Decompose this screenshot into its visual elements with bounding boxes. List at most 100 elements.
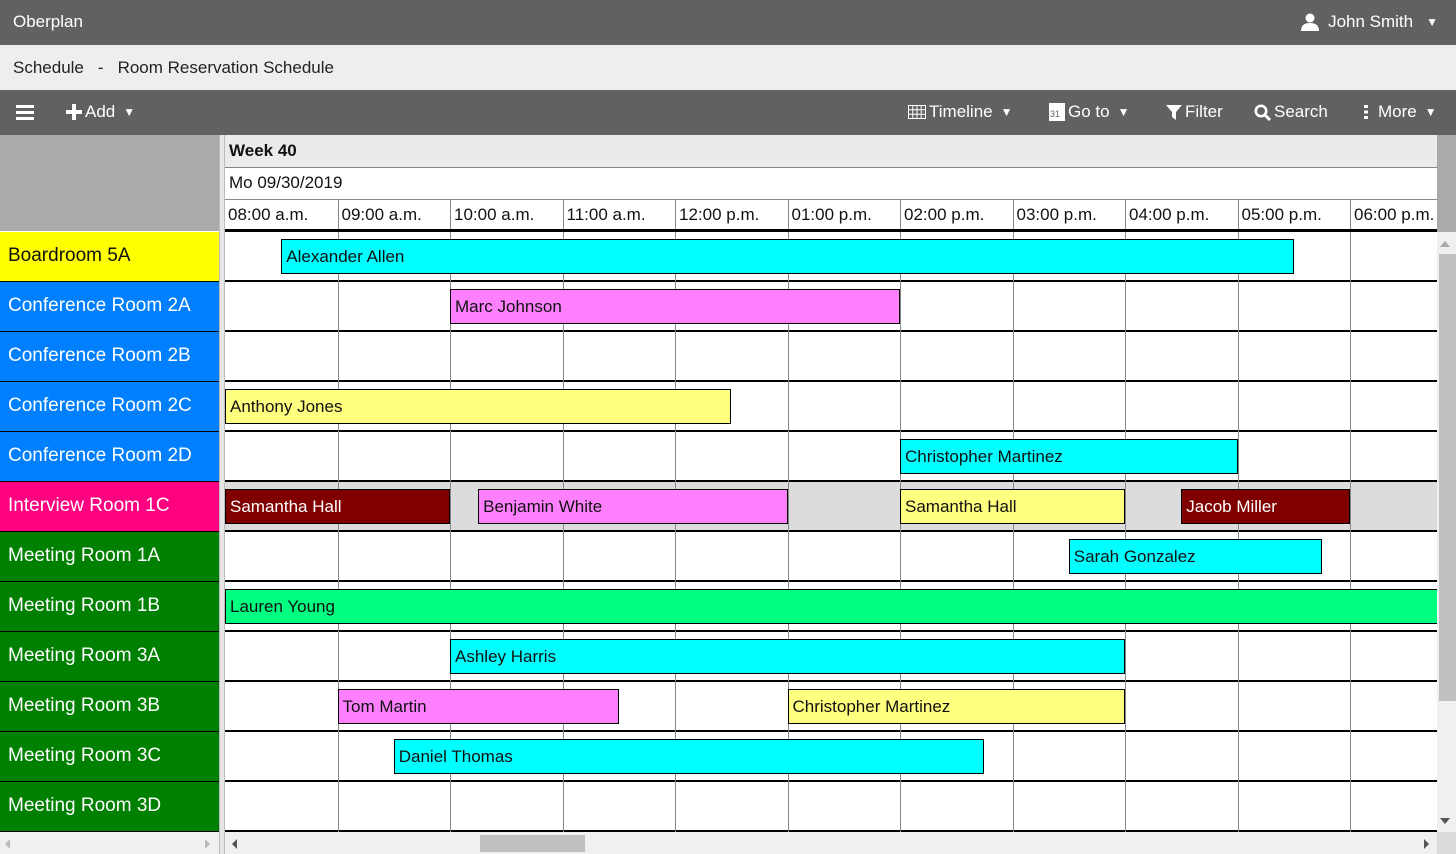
reservation-bar[interactable]: Jacob Miller xyxy=(1181,489,1350,524)
breadcrumb-section[interactable]: Schedule xyxy=(13,58,84,78)
hamburger-icon xyxy=(16,105,34,120)
user-name: John Smith xyxy=(1328,12,1414,31)
filter-label: Filter xyxy=(1185,102,1223,121)
app-title: Oberplan xyxy=(13,12,83,31)
room-row-label[interactable]: Boardroom 5A xyxy=(0,232,219,282)
room-row-label[interactable]: Meeting Room 3D xyxy=(0,782,219,832)
app-header: Oberplan John Smith ▼ xyxy=(0,0,1456,45)
reservation-bar[interactable]: Sarah Gonzalez xyxy=(1068,539,1322,574)
add-label: Add xyxy=(85,102,116,121)
schedule-row[interactable] xyxy=(225,432,1437,482)
room-list-horizontal-scrollbar[interactable] xyxy=(0,832,219,854)
search-icon xyxy=(1254,104,1271,121)
hour-gridline xyxy=(1125,232,1126,832)
reservation-bar[interactable]: Samantha Hall xyxy=(900,489,1125,524)
reservation-bar[interactable]: Alexander Allen xyxy=(281,239,1294,274)
room-row-label[interactable]: Meeting Room 3C xyxy=(0,732,219,782)
reservation-bar[interactable]: Anthony Jones xyxy=(225,389,732,424)
room-row-label[interactable]: Conference Room 2C xyxy=(0,382,219,432)
goto-button[interactable]: 31 Go to ▼ xyxy=(1049,102,1129,122)
time-scale-header: Week 40 Mo 09/30/2019 08:00 a.m. 09:00 a.… xyxy=(225,135,1437,232)
chevron-down-icon: ▼ xyxy=(1000,105,1013,119)
schedule-row[interactable] xyxy=(225,782,1437,832)
chevron-down-icon: ▼ xyxy=(123,105,136,119)
timeline-view-button[interactable]: Timeline ▼ xyxy=(908,102,1013,122)
schedule-grid: Alexander Allen Marc Johnson Anthony Jones… xyxy=(225,232,1437,832)
reservation-bar[interactable]: Daniel Thomas xyxy=(393,739,985,774)
breadcrumb-page: Room Reservation Schedule xyxy=(117,58,334,77)
hour-label: 04:00 p.m. xyxy=(1125,200,1238,229)
scroll-up-icon[interactable] xyxy=(1440,241,1450,247)
user-icon xyxy=(1301,13,1320,31)
more-vertical-icon xyxy=(1364,105,1368,119)
schedule-row[interactable] xyxy=(225,332,1437,382)
scroll-right-icon[interactable] xyxy=(205,839,210,849)
room-row-label[interactable]: Meeting Room 1B xyxy=(0,582,219,632)
menu-button[interactable] xyxy=(16,104,34,120)
chevron-down-icon: ▼ xyxy=(1426,15,1438,29)
room-row-label[interactable]: Conference Room 2A xyxy=(0,282,219,332)
calendar-icon: 31 xyxy=(1049,103,1065,121)
room-row-label[interactable]: Interview Room 1C xyxy=(0,482,219,532)
room-list: Boardroom 5A Conference Room 2A Conference… xyxy=(0,232,219,832)
hour-gridline xyxy=(1012,232,1014,832)
filter-icon xyxy=(1166,105,1182,120)
room-row-label[interactable]: Meeting Room 3A xyxy=(0,632,219,682)
grid-icon xyxy=(908,105,926,119)
hour-gridline xyxy=(337,232,339,832)
add-button[interactable]: Add ▼ xyxy=(66,102,135,122)
hour-label: 03:00 p.m. xyxy=(1012,200,1126,229)
plus-icon xyxy=(66,104,82,120)
search-label: Search xyxy=(1274,102,1328,121)
vertical-scrollbar[interactable] xyxy=(1437,232,1456,832)
reservation-bar[interactable]: Benjamin White xyxy=(478,489,788,524)
user-menu[interactable]: John Smith ▼ xyxy=(1300,12,1438,32)
breadcrumb: Schedule - Room Reservation Schedule xyxy=(13,58,334,78)
hour-label: 01:00 p.m. xyxy=(787,200,901,229)
scroll-left-icon[interactable] xyxy=(232,839,237,849)
vertical-scroll-thumb[interactable] xyxy=(1439,254,1456,701)
hour-label: 11:00 a.m. xyxy=(562,200,676,229)
horizontal-scroll-thumb[interactable] xyxy=(480,835,585,852)
resource-header xyxy=(0,135,219,231)
hour-label: 10:00 a.m. xyxy=(450,200,563,229)
week-label: Week 40 xyxy=(225,135,1437,168)
reservation-bar[interactable]: Christopher Martinez xyxy=(900,439,1238,474)
hour-gridline xyxy=(1350,232,1351,832)
reservation-bar[interactable]: Marc Johnson xyxy=(450,289,900,324)
hour-label: 09:00 a.m. xyxy=(337,200,451,229)
room-row-label[interactable]: Meeting Room 1A xyxy=(0,532,219,582)
day-label: Mo 09/30/2019 xyxy=(225,168,1437,200)
breadcrumb-separator: - xyxy=(97,58,104,77)
hour-label: 06:00 p.m. xyxy=(1350,200,1437,229)
hour-label: 12:00 p.m. xyxy=(675,200,788,229)
search-button[interactable]: Search xyxy=(1254,102,1328,122)
hour-label: 05:00 p.m. xyxy=(1237,200,1351,229)
more-label: More xyxy=(1378,102,1417,121)
room-row-label[interactable]: Meeting Room 3B xyxy=(0,682,219,732)
toolbar: Add ▼ Timeline ▼ 31 Go to ▼ Filter Searc… xyxy=(0,90,1456,135)
hour-label: 02:00 p.m. xyxy=(900,200,1013,229)
room-row-label[interactable]: Conference Room 2B xyxy=(0,332,219,382)
calendar-day: 31 xyxy=(1050,109,1061,119)
reservation-bar[interactable]: Ashley Harris xyxy=(450,639,1125,674)
hours-row: 08:00 a.m. 09:00 a.m. 10:00 a.m. 11:00 a.m.… xyxy=(225,200,1437,232)
scrollbar-corner xyxy=(1437,832,1456,854)
chevron-down-icon: ▼ xyxy=(1424,105,1437,119)
scroll-down-icon[interactable] xyxy=(1440,818,1450,824)
reservation-bar[interactable]: Tom Martin xyxy=(337,689,619,724)
reservation-bar[interactable]: Samantha Hall xyxy=(225,489,450,524)
scroll-left-icon[interactable] xyxy=(5,839,10,849)
reservation-bar[interactable]: Lauren Young xyxy=(225,589,1437,624)
chevron-down-icon: ▼ xyxy=(1117,105,1130,119)
horizontal-scrollbar[interactable] xyxy=(225,832,1437,854)
filter-button[interactable]: Filter xyxy=(1166,102,1223,122)
breadcrumb-bar: Schedule - Room Reservation Schedule xyxy=(0,45,1456,90)
header-scroll-spacer xyxy=(1437,135,1456,232)
timeline-label: Timeline xyxy=(929,102,993,121)
reservation-bar[interactable]: Christopher Martinez xyxy=(787,689,1125,724)
more-button[interactable]: More ▼ xyxy=(1362,102,1437,122)
hour-label: 08:00 a.m. xyxy=(228,205,309,224)
room-row-label[interactable]: Conference Room 2D xyxy=(0,432,219,482)
scroll-right-icon[interactable] xyxy=(1424,839,1429,849)
